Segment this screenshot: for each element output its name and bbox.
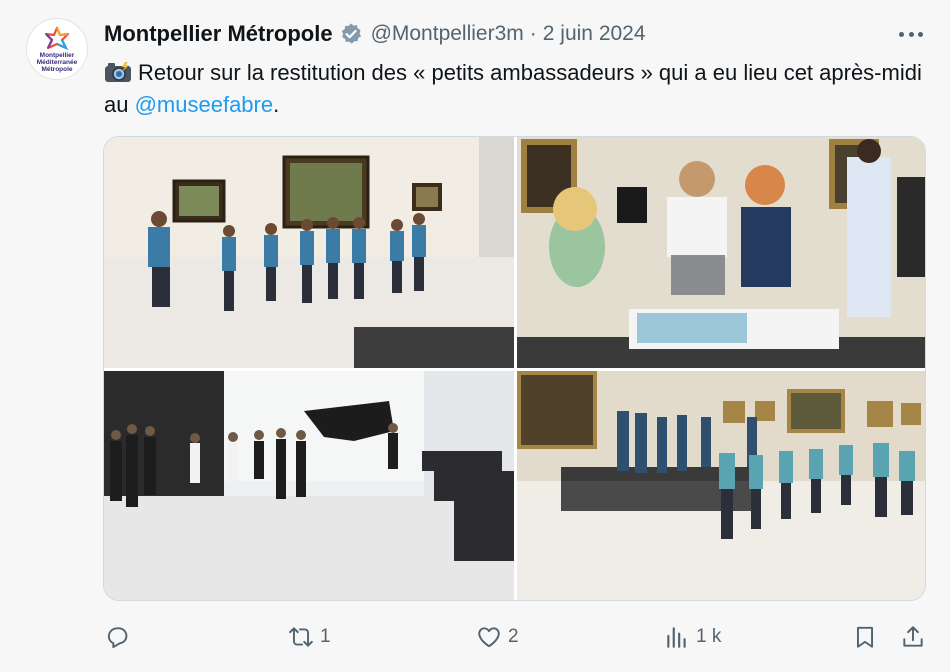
photo-2[interactable] [517,137,925,368]
tweet-date[interactable]: 2 juin 2024 [543,22,646,46]
camera-with-flash-icon [105,62,131,82]
reply-icon [107,627,128,649]
drawing-workshop-photo [517,137,925,368]
tweet-text-end: . [273,92,280,117]
views-button[interactable]: 1 k [664,620,721,654]
mention-link[interactable]: @museefabre [135,92,274,117]
share-icon [903,626,923,647]
more-options-icon[interactable] [896,22,926,46]
like-count: 2 [508,626,519,647]
media-grid [103,136,926,601]
heart-icon [478,627,500,648]
tweet: Montpellier Méditerranée Métropole Montp… [0,0,950,672]
header-separator: · [529,22,537,45]
photo-1[interactable] [104,137,514,368]
bookmark-button[interactable] [852,620,878,654]
avatar-logo-line-2: Méditerranée [36,58,78,66]
more-dot [899,31,904,37]
retweet-count: 1 [320,626,331,647]
like-button[interactable]: 2 [476,620,519,654]
white-gallery-photo [104,371,514,600]
avatar-logo-line-3: Métropole [41,65,73,73]
author-name[interactable]: Montpellier Métropole [104,21,333,47]
photo-3[interactable] [104,371,514,600]
views-count: 1 k [696,626,722,647]
bookmark-icon [856,626,874,648]
avatar[interactable]: Montpellier Méditerranée Métropole [26,18,88,80]
tweet-header: Montpellier Métropole @Montpellier3m · 2… [104,20,646,48]
views-icon [667,627,686,648]
photo-4[interactable] [517,371,925,600]
avatar-logo-line-1: Montpellier [39,51,75,59]
retweet-button[interactable]: 1 [288,620,331,654]
tweet-text: Retour sur la restitution des « petits a… [104,57,924,121]
author-handle[interactable]: @Montpellier3m [371,22,524,46]
montpellier-logo-icon [44,26,70,50]
more-dot [918,31,923,37]
reply-button[interactable] [104,620,136,654]
painting-gallery-photo [517,371,925,600]
verified-badge-icon[interactable] [339,22,363,46]
share-button[interactable] [900,620,926,654]
gallery-dance-photo [104,137,514,368]
retweet-icon [289,627,313,647]
action-bar: 1 2 1 k [104,620,928,654]
more-dot [908,31,914,37]
